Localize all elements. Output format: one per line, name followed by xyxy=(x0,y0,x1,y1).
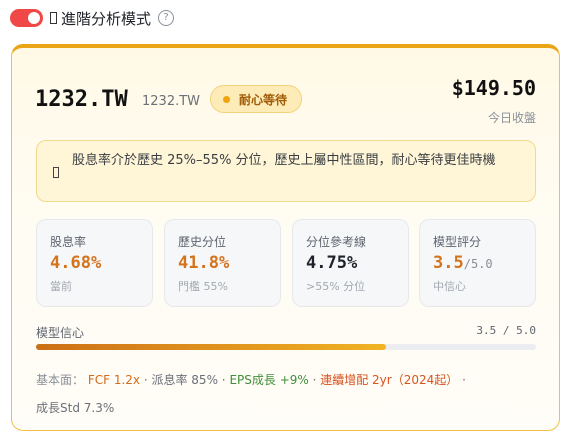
fundamentals-line: 基本面： FCF 1.2x · 派息率 85% · EPS成長 +9% · 連續… xyxy=(36,366,541,422)
stat-value: 4.75% xyxy=(306,253,358,273)
advanced-mode-label: 進階分析模式 xyxy=(61,9,152,28)
score-value: 3.5 xyxy=(433,253,464,273)
stat-value: 3.5/5.0 xyxy=(433,253,535,273)
stat-sub: >55% 分位 xyxy=(306,280,366,293)
stat-value: 41.8% xyxy=(178,253,230,273)
score-suffix: /5.0 xyxy=(463,257,493,271)
stat-label: 歷史分位 xyxy=(178,235,227,249)
stat-value: 4.68% xyxy=(50,253,102,273)
separator: · xyxy=(217,373,230,387)
separator: · xyxy=(140,373,152,387)
stat-label: 分位參考線 xyxy=(306,235,367,249)
fundamental-payout: 派息率 85% xyxy=(151,373,218,387)
fundamental-eps-growth: EPS成長 +9% xyxy=(229,373,309,387)
status-dot-icon xyxy=(223,95,230,103)
missing-glyph-icon xyxy=(50,12,57,24)
stat-label: 股息率 xyxy=(50,235,87,249)
fundamental-dividend-streak: 連續增配 2yr（2024起） xyxy=(320,373,459,387)
closing-price-label: 今日收盤 xyxy=(487,111,536,125)
confidence-bar-fill xyxy=(36,344,386,350)
analysis-note-text: 股息率介於歷史 25%–55% 分位，歷史上屬中性區間，耐心等待更佳時機 xyxy=(72,153,496,168)
stat-label: 模型評分 xyxy=(433,235,482,249)
stat-sub: 當前 xyxy=(50,280,72,293)
stat-model-score: 模型評分 3.5/5.0 中信心 xyxy=(419,219,536,307)
analysis-note: 股息率介於歷史 25%–55% 分位，歷史上屬中性區間，耐心等待更佳時機 xyxy=(36,140,536,202)
ticker-symbol: 1232.TW xyxy=(35,87,128,112)
help-icon[interactable]: ? xyxy=(158,10,175,26)
confidence-bar xyxy=(36,344,536,350)
confidence-label: 模型信心 xyxy=(36,326,85,340)
fundamental-fcf: FCF 1.2x xyxy=(87,373,141,387)
status-badge: 耐心等待 xyxy=(210,85,302,113)
stat-dividend-yield: 股息率 4.68% 當前 xyxy=(36,219,153,307)
stat-percentile-reference: 分位參考線 4.75% >55% 分位 xyxy=(292,219,409,307)
separator: · xyxy=(308,373,321,387)
status-badge-label: 耐心等待 xyxy=(239,92,288,107)
fundamentals-prefix: 基本面： xyxy=(36,373,85,387)
separator: · xyxy=(458,373,466,387)
advanced-mode-toggle[interactable] xyxy=(10,9,43,27)
analysis-card: 1232.TW 1232.TW 耐心等待 $149.50 今日收盤 股息率介於歷… xyxy=(11,44,560,431)
toggle-knob xyxy=(28,12,40,24)
stat-sub: 門檻 55% xyxy=(178,280,228,293)
advanced-mode-row: 進階分析模式 ? xyxy=(10,7,175,29)
ticker-subtitle: 1232.TW xyxy=(142,94,201,109)
missing-glyph-icon xyxy=(53,167,59,178)
closing-price: $149.50 xyxy=(451,76,536,100)
confidence-value: 3.5 / 5.0 xyxy=(476,324,536,337)
stat-historical-percentile: 歷史分位 41.8% 門檻 55% xyxy=(164,219,281,307)
fundamental-growth-std: 成長Std 7.3% xyxy=(36,401,115,415)
stat-sub: 中信心 xyxy=(433,280,466,293)
